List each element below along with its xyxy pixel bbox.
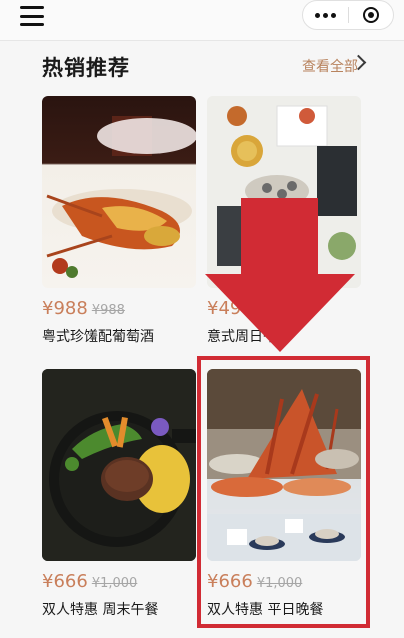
product-original-price: ¥1,000 — [91, 576, 138, 591]
product-card[interactable]: ¥988 ¥988 粤式珍馐配葡萄酒 — [42, 96, 196, 345]
section-title: 热销推荐 — [42, 56, 130, 80]
product-image — [42, 96, 196, 288]
product-price: ¥666 — [42, 571, 88, 592]
menu-icon[interactable] — [20, 6, 44, 26]
product-name: 粤式珍馐配葡萄酒 — [42, 329, 154, 345]
more-icon[interactable] — [303, 1, 348, 29]
annotation-highlight-box — [197, 356, 370, 628]
close-icon[interactable] — [349, 1, 393, 29]
product-image — [42, 369, 196, 561]
product-name: 双人特惠 周末午餐 — [42, 602, 159, 618]
annotation-arrow — [205, 198, 355, 352]
mini-program-capsule — [302, 0, 394, 30]
top-bar — [0, 0, 404, 41]
product-original-price: ¥988 — [91, 303, 125, 318]
product-price: ¥988 — [42, 298, 88, 319]
product-card[interactable]: ¥666 ¥1,000 双人特惠 周末午餐 — [42, 369, 196, 618]
view-all-link[interactable]: 查看全部 — [302, 56, 358, 76]
